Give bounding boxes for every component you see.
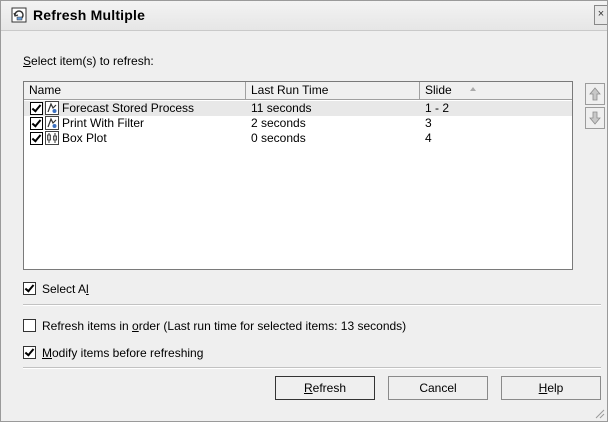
select-all-label[interactable]: Select Al (42, 282, 89, 296)
title-bar[interactable]: Refresh Multiple × (1, 1, 607, 31)
sort-ascending-icon (470, 87, 476, 91)
item-checkbox[interactable] (30, 132, 43, 145)
item-checkbox[interactable] (30, 117, 43, 130)
item-slide: 3 (425, 116, 432, 130)
item-name: Forecast Stored Process (62, 101, 195, 115)
resize-grip-icon[interactable] (593, 407, 605, 419)
item-slide: 1 - 2 (425, 101, 450, 115)
move-down-icon (589, 111, 601, 125)
move-up-button[interactable] (585, 83, 605, 105)
refresh-multiple-dialog: Refresh Multiple × Select item(s) to ref… (0, 0, 608, 422)
item-slide: 4 (425, 131, 432, 145)
item-last-run-time: 2 seconds (251, 116, 306, 130)
modify-before-refresh-checkbox[interactable] (23, 346, 36, 359)
item-checkbox[interactable] (30, 102, 43, 115)
modify-before-refresh-label[interactable]: Modify items before refreshing (42, 346, 203, 360)
list-header: Name Last Run Time Slide (24, 82, 572, 100)
items-list[interactable]: Name Last Run Time Slide Forecast Stored… (23, 81, 573, 270)
help-button[interactable]: Help (501, 376, 601, 400)
column-header-name[interactable]: Name (24, 82, 246, 99)
cancel-button[interactable]: Cancel (388, 376, 488, 400)
column-header-slide[interactable]: Slide (420, 82, 572, 99)
column-header-last-run-time[interactable]: Last Run Time (246, 82, 420, 99)
refresh-in-order-checkbox[interactable] (23, 319, 36, 332)
move-up-icon (589, 87, 601, 101)
stored-process-icon (45, 116, 59, 130)
move-down-button[interactable] (585, 107, 605, 129)
list-item[interactable]: Forecast Stored Process 11 seconds 1 - 2 (24, 101, 572, 116)
select-items-label: Select item(s) to refresh: (23, 54, 154, 68)
stored-process-icon (45, 101, 59, 115)
refresh-icon (11, 7, 27, 23)
list-item[interactable]: Box Plot 0 seconds 4 (24, 131, 572, 146)
item-name: Print With Filter (62, 116, 145, 130)
window-title: Refresh Multiple (33, 7, 146, 23)
separator (23, 304, 601, 306)
box-plot-icon (45, 131, 59, 145)
close-icon: × (597, 8, 605, 20)
item-last-run-time: 11 seconds (251, 101, 312, 115)
separator (23, 367, 601, 369)
item-name: Box Plot (62, 131, 107, 145)
refresh-in-order-label[interactable]: Refresh items in order (Last run time fo… (42, 319, 406, 333)
item-last-run-time: 0 seconds (251, 131, 306, 145)
list-item[interactable]: Print With Filter 2 seconds 3 (24, 116, 572, 131)
select-all-checkbox[interactable] (23, 282, 36, 295)
close-button[interactable]: × (594, 5, 607, 25)
refresh-button[interactable]: Refresh (275, 376, 375, 400)
